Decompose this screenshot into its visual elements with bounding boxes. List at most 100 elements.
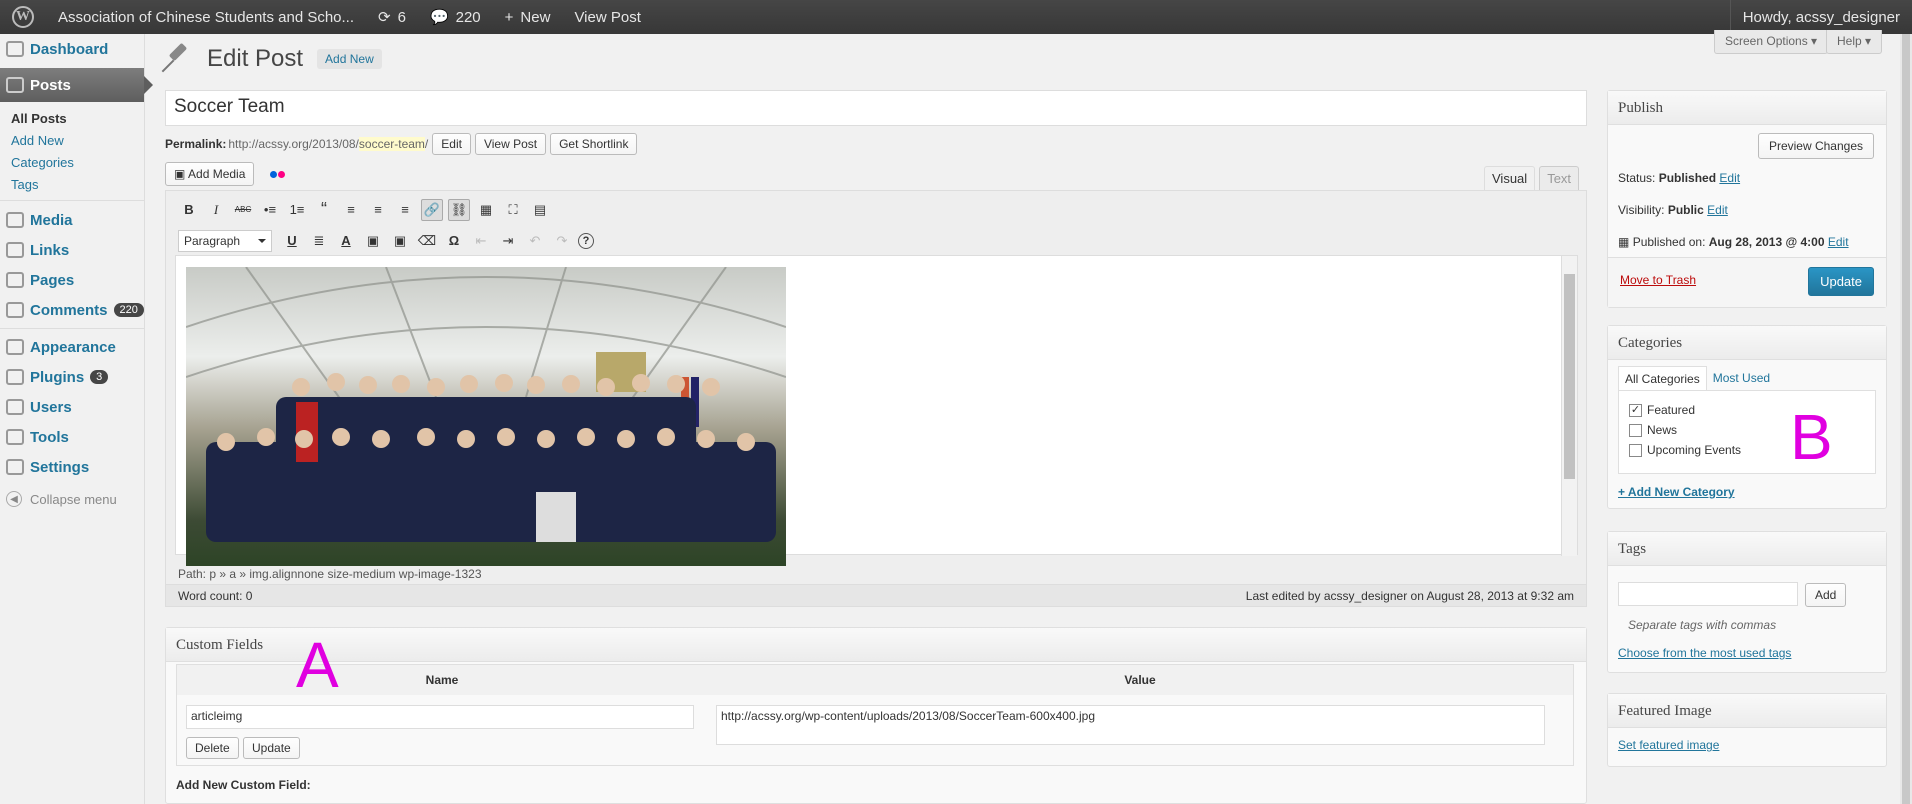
custom-field-value-input[interactable]: http://acssy.org/wp-content/uploads/2013… bbox=[716, 705, 1545, 745]
post-title-input[interactable]: Soccer Team bbox=[165, 90, 1587, 126]
menu-appearance[interactable]: Appearance bbox=[0, 332, 144, 362]
kitchen-sink-icon[interactable]: ▤ bbox=[529, 199, 551, 221]
bullet-list-icon[interactable]: •≡ bbox=[259, 199, 281, 221]
tab-most-used[interactable]: Most Used bbox=[1707, 366, 1776, 392]
scrollbar-thumb[interactable] bbox=[1564, 274, 1575, 479]
tab-all-categories[interactable]: All Categories bbox=[1618, 366, 1707, 392]
outdent-icon[interactable]: ⇤ bbox=[470, 230, 492, 252]
published-on-edit-link[interactable]: Edit bbox=[1828, 235, 1849, 249]
screen-options-button[interactable]: Screen Options ▾ bbox=[1714, 30, 1829, 54]
insert-link-icon[interactable]: 🔗 bbox=[421, 198, 443, 221]
soccer-team-photo[interactable] bbox=[186, 267, 786, 566]
tab-visual[interactable]: Visual bbox=[1484, 166, 1536, 190]
get-shortlink-button[interactable]: Get Shortlink bbox=[550, 133, 638, 155]
menu-media[interactable]: Media bbox=[0, 205, 144, 235]
blockquote-icon[interactable]: “ bbox=[313, 199, 335, 221]
paste-text-icon[interactable]: ▣ bbox=[362, 230, 384, 252]
permalink-slug[interactable]: soccer-team bbox=[358, 137, 425, 151]
collapse-menu-button[interactable]: ◀ Collapse menu bbox=[0, 484, 144, 514]
site-name-link[interactable]: Association of Chinese Students and Scho… bbox=[46, 0, 366, 34]
format-select[interactable]: Paragraph bbox=[178, 229, 272, 252]
underline-icon[interactable]: U bbox=[281, 230, 303, 252]
add-media-label: Add Media bbox=[188, 167, 246, 181]
submenu-categories[interactable]: Categories bbox=[0, 152, 144, 174]
page-scrollbar[interactable] bbox=[1900, 34, 1912, 804]
menu-pages[interactable]: Pages bbox=[0, 265, 144, 295]
view-post-button[interactable]: View Post bbox=[474, 133, 547, 155]
new-tag-input[interactable] bbox=[1618, 582, 1798, 606]
preview-changes-button[interactable]: Preview Changes bbox=[1757, 133, 1874, 159]
menu-links[interactable]: Links bbox=[0, 235, 144, 265]
add-tag-button[interactable]: Add bbox=[1805, 583, 1847, 607]
indent-icon[interactable]: ⇥ bbox=[497, 230, 519, 252]
tags-title[interactable]: Tags bbox=[1608, 532, 1886, 566]
paste-word-icon[interactable]: ▣ bbox=[389, 230, 411, 252]
update-button[interactable]: Update bbox=[1808, 267, 1874, 296]
special-character-icon[interactable]: Ω bbox=[443, 230, 465, 252]
category-checkbox[interactable]: ✓ bbox=[1629, 404, 1642, 418]
undo-icon[interactable]: ↶ bbox=[524, 230, 546, 252]
text-color-icon[interactable]: A bbox=[335, 230, 357, 252]
view-post-link[interactable]: View Post bbox=[562, 0, 652, 34]
permalink-edit-button[interactable]: Edit bbox=[432, 133, 471, 155]
publish-title[interactable]: Publish bbox=[1608, 91, 1886, 125]
category-checkbox[interactable] bbox=[1629, 424, 1642, 438]
admin-bar: W Association of Chinese Students and Sc… bbox=[0, 0, 1912, 34]
set-featured-image-link[interactable]: Set featured image bbox=[1618, 738, 1719, 752]
menu-posts[interactable]: Posts bbox=[0, 68, 153, 102]
categories-box: Categories All Categories Most Used ✓ Fea… bbox=[1607, 325, 1887, 509]
custom-field-name-input[interactable]: articleimg bbox=[186, 705, 694, 729]
editor-scrollbar[interactable] bbox=[1561, 256, 1577, 556]
more-tag-icon[interactable]: ▦ bbox=[475, 199, 497, 221]
add-media-button[interactable]: ▣ Add Media bbox=[165, 162, 255, 186]
submenu-all-posts[interactable]: All Posts bbox=[0, 108, 144, 130]
menu-dashboard[interactable]: Dashboard bbox=[0, 34, 144, 64]
move-to-trash-link[interactable]: Move to Trash bbox=[1620, 273, 1696, 287]
fullscreen-icon[interactable]: ⛶ bbox=[502, 199, 524, 221]
menu-label: Media bbox=[30, 211, 73, 229]
menu-tools[interactable]: Tools bbox=[0, 422, 144, 452]
add-new-category-link[interactable]: + Add New Category bbox=[1618, 485, 1735, 499]
menu-comments[interactable]: Comments 220 bbox=[0, 295, 144, 325]
status-edit-link[interactable]: Edit bbox=[1719, 171, 1740, 185]
custom-field-update-button[interactable]: Update bbox=[243, 737, 300, 759]
pages-icon bbox=[6, 272, 24, 288]
plus-icon: + bbox=[504, 8, 514, 26]
category-checkbox[interactable] bbox=[1629, 444, 1642, 458]
unlink-icon[interactable]: ⛓ bbox=[448, 198, 470, 221]
visibility-edit-link[interactable]: Edit bbox=[1707, 203, 1728, 217]
choose-most-used-tags-link[interactable]: Choose from the most used tags bbox=[1618, 646, 1791, 660]
featured-image-title[interactable]: Featured Image bbox=[1608, 694, 1886, 728]
help-icon[interactable]: ? bbox=[578, 232, 594, 249]
strikethrough-icon[interactable]: ABC bbox=[232, 199, 254, 221]
menu-users[interactable]: Users bbox=[0, 392, 144, 422]
align-left-icon[interactable]: ≡ bbox=[340, 199, 362, 221]
align-right-icon[interactable]: ≡ bbox=[394, 199, 416, 221]
clear-formatting-icon[interactable]: ⌫ bbox=[416, 230, 438, 252]
help-button[interactable]: Help ▾ bbox=[1826, 30, 1883, 54]
comments-link[interactable]: 💬 220 bbox=[418, 0, 493, 34]
italic-icon[interactable]: I bbox=[205, 199, 227, 221]
numbered-list-icon[interactable]: 1≡ bbox=[286, 199, 308, 221]
align-center-icon[interactable]: ≡ bbox=[367, 199, 389, 221]
justify-icon[interactable]: ≣ bbox=[308, 230, 330, 252]
updates-link[interactable]: ⟳ 6 bbox=[366, 0, 418, 34]
submenu-add-new[interactable]: Add New bbox=[0, 130, 144, 152]
page-scrollbar-thumb[interactable] bbox=[1902, 34, 1910, 804]
add-new-post-button[interactable]: Add New bbox=[317, 49, 382, 69]
howdy-user-menu[interactable]: Howdy, acssy_designer bbox=[1729, 0, 1912, 34]
custom-fields-title[interactable]: Custom Fields bbox=[166, 628, 1586, 662]
redo-icon[interactable]: ↷ bbox=[551, 230, 573, 252]
custom-field-delete-button[interactable]: Delete bbox=[186, 737, 239, 759]
categories-title[interactable]: Categories bbox=[1608, 326, 1886, 360]
new-content-link[interactable]: + New bbox=[493, 0, 563, 34]
flickr-icon[interactable] bbox=[270, 170, 286, 178]
wordpress-logo-icon[interactable]: W bbox=[0, 0, 46, 34]
media-buttons: ▣ Add Media bbox=[165, 162, 286, 186]
editor-content-area[interactable] bbox=[175, 255, 1578, 566]
bold-icon[interactable]: B bbox=[178, 199, 200, 221]
tab-text[interactable]: Text bbox=[1539, 166, 1580, 190]
menu-settings[interactable]: Settings bbox=[0, 452, 144, 482]
submenu-tags[interactable]: Tags bbox=[0, 174, 144, 196]
menu-plugins[interactable]: Plugins 3 bbox=[0, 362, 144, 392]
